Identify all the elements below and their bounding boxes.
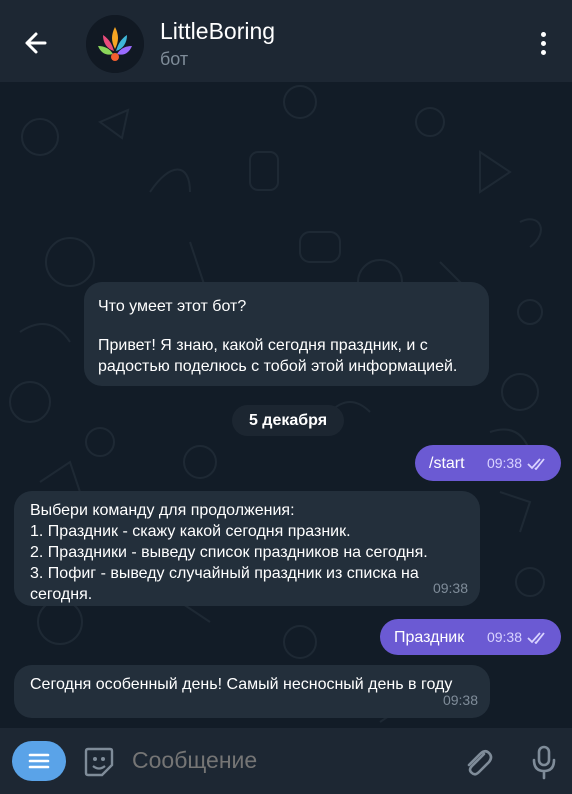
message-composer — [0, 728, 572, 794]
intro-text-line: радостью поделюсь с тобой этой информаци… — [98, 358, 458, 375]
chat-subtitle: бот — [160, 49, 189, 69]
incoming-message[interactable]: Сегодня особенный день! Самый несносный … — [14, 665, 490, 718]
bot-avatar[interactable] — [86, 15, 144, 73]
sticker-icon[interactable] — [82, 745, 116, 779]
chat-title[interactable]: LittleBoring — [160, 18, 275, 45]
menu-lines-icon[interactable] — [12, 741, 66, 781]
double-check-icon — [527, 457, 545, 470]
message-input[interactable] — [132, 747, 428, 774]
message-line: Выбери команду для продолжения: — [30, 502, 295, 519]
message-text: Праздник — [394, 629, 465, 646]
date-separator: 5 декабря — [232, 405, 344, 436]
message-line: 2. Праздники - выведу список праздников … — [30, 544, 428, 561]
bot-intro-card: Что умеет этот бот? Привет! Я знаю, како… — [84, 282, 489, 386]
back-arrow-icon[interactable] — [18, 25, 54, 61]
message-line: сегодня. — [30, 586, 93, 603]
incoming-message[interactable]: Выбери команду для продолжения: 1. Празд… — [14, 491, 480, 606]
message-line: 1. Праздник - скажу какой сегодня празни… — [30, 523, 351, 540]
double-check-icon — [527, 631, 545, 644]
message-line: 3. Пофиг - выведу случайный праздник из … — [30, 565, 419, 582]
outgoing-message[interactable]: Праздник 09:38 — [380, 619, 561, 655]
intro-text-line: Привет! Я знаю, какой сегодня праздник, … — [98, 337, 428, 354]
message-area[interactable]: Что умеет этот бот? Привет! Я знаю, како… — [0, 82, 572, 728]
microphone-icon[interactable] — [527, 744, 561, 780]
message-meta: 09:38 — [487, 453, 549, 474]
message-text: /start — [429, 455, 465, 472]
message-time: 09:38 — [432, 580, 468, 596]
message-text: Сегодня особенный день! Самый несносный … — [30, 676, 453, 693]
chat-header: LittleBoring бот — [0, 0, 572, 82]
message-meta: 09:38 — [487, 627, 549, 648]
paperclip-icon[interactable] — [460, 744, 496, 780]
message-time: 09:38 — [486, 629, 522, 645]
message-time: 09:38 — [442, 692, 478, 708]
more-vertical-icon[interactable] — [528, 26, 558, 60]
outgoing-message[interactable]: /start 09:38 — [415, 445, 561, 481]
intro-question: Что умеет этот бот? — [98, 298, 247, 315]
message-time: 09:38 — [486, 455, 522, 471]
